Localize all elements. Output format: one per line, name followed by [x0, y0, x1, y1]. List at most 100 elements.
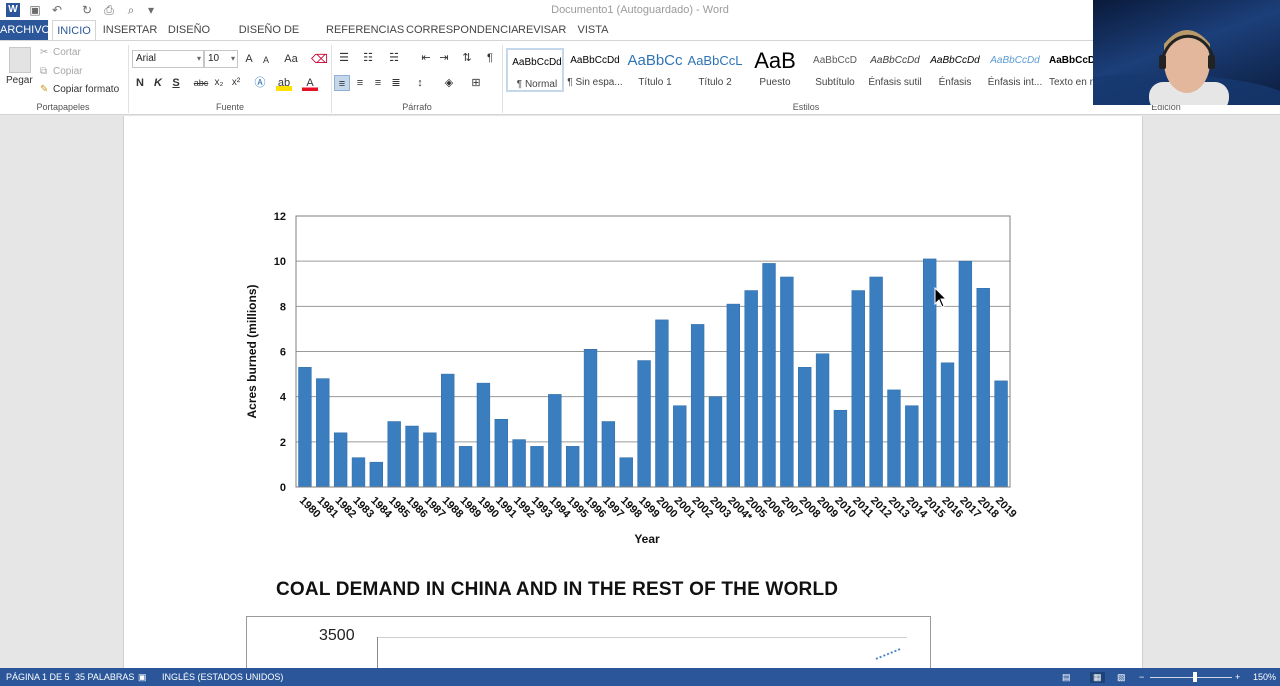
style-emphasis[interactable]: AaBbCcDd Énfasis: [926, 48, 984, 92]
coal-demand-heading: COAL DEMAND IN CHINA AND IN THE REST OF …: [276, 579, 839, 600]
shading-icon[interactable]: ◈: [441, 75, 457, 91]
style-no-spacing[interactable]: AaBbCcDd ¶ Sin espa...: [566, 48, 624, 92]
pilcrow-icon[interactable]: ¶: [482, 50, 498, 66]
decrease-indent-icon[interactable]: ⇤: [418, 50, 434, 66]
superscript-button[interactable]: x²: [228, 75, 244, 91]
subscript-button[interactable]: x₂: [211, 75, 227, 91]
bullets-icon[interactable]: ☰: [336, 50, 352, 66]
font-size-combo[interactable]: 10 ▾: [204, 50, 238, 68]
style-subtitle[interactable]: AaBbCcD Subtítulo: [806, 48, 864, 92]
read-mode-icon[interactable]: ▤: [1062, 672, 1071, 683]
justify-icon[interactable]: ≣: [388, 75, 404, 91]
style-normal[interactable]: AaBbCcDd ¶ Normal: [506, 48, 564, 92]
style-sample: AaB: [754, 48, 796, 73]
font-name-combo[interactable]: Arial ▾: [132, 50, 204, 68]
style-name: Énfasis: [938, 77, 972, 88]
chart-bar: [673, 405, 687, 488]
chevron-down-icon: ▾: [230, 54, 235, 63]
borders-icon[interactable]: ⊞: [468, 75, 484, 91]
bold-button[interactable]: N: [132, 75, 148, 91]
font-color-icon[interactable]: A: [302, 75, 318, 91]
chart-bar: [441, 373, 455, 488]
zoom-level[interactable]: 150%: [1253, 672, 1276, 682]
tab-vista[interactable]: VISTA: [572, 20, 614, 40]
tab-archivo[interactable]: ARCHIVO: [0, 20, 50, 40]
zoom-slider-track[interactable]: [1150, 677, 1232, 678]
grow-font-button[interactable]: A: [241, 51, 257, 67]
style-name: Texto en n: [1049, 77, 1093, 88]
document-workspace[interactable]: 0 2 4 6 8 10 12 1980 1981 1982 1983 1984 1985 1986 19…: [0, 116, 1280, 668]
text-effects-icon[interactable]: Ⓐ: [252, 75, 268, 91]
tab-insertar[interactable]: INSERTAR: [100, 20, 160, 40]
format-painter-icon[interactable]: ✎: [40, 84, 48, 95]
clear-format-icon[interactable]: ⌫: [311, 51, 328, 67]
chart-bar: [762, 263, 776, 488]
zoom-slider-thumb[interactable]: [1193, 672, 1197, 682]
title-bar: W ▣ ↶ ↻ ⎙ ⌕ ▾ Documento1 (Autoguardado) …: [0, 0, 1280, 20]
copy-icon[interactable]: ⧉: [40, 66, 47, 77]
coal-demand-chart: 3500: [246, 616, 931, 668]
sort-icon[interactable]: ⇅: [459, 50, 475, 66]
chart-y-tick-label: 6: [280, 347, 286, 359]
change-case-button[interactable]: Aa: [281, 51, 301, 67]
coal-chart-dotted-series: [875, 648, 901, 660]
paste-button[interactable]: Pegar: [6, 75, 33, 86]
style-name: Título 1: [638, 77, 672, 88]
web-layout-icon[interactable]: ▧: [1117, 672, 1126, 683]
tab-referencias[interactable]: REFERENCIAS: [326, 20, 404, 40]
underline-button[interactable]: S: [168, 75, 184, 91]
shrink-font-button[interactable]: A: [258, 52, 274, 68]
copy-button[interactable]: Copiar: [53, 66, 82, 77]
proofing-icon[interactable]: ▣: [138, 672, 147, 683]
mouse-pointer-icon: [934, 287, 948, 308]
align-right-icon[interactable]: ≡: [370, 75, 386, 91]
multilevel-list-icon[interactable]: ☵: [386, 50, 402, 66]
style-heading-1[interactable]: AaBbCc Título 1: [626, 48, 684, 92]
tab-correspondencia[interactable]: CORRESPONDENCIA: [406, 20, 518, 40]
align-left-icon[interactable]: ≡: [334, 75, 350, 91]
tab-revisar[interactable]: REVISAR: [518, 20, 566, 40]
cut-icon[interactable]: ✂: [40, 47, 48, 58]
cut-button[interactable]: Cortar: [53, 47, 81, 58]
chart-y-tick-label: 12: [274, 211, 286, 223]
style-subtle-emphasis[interactable]: AaBbCcDd Énfasis sutil: [866, 48, 924, 92]
zoom-out-icon[interactable]: −: [1139, 672, 1144, 682]
chart-bar: [369, 461, 384, 488]
style-heading-2[interactable]: AaBbCcL Título 2: [686, 48, 744, 92]
increase-indent-icon[interactable]: ⇥: [436, 50, 452, 66]
chart-bar: [726, 303, 741, 488]
styles-group-label: Estilos: [792, 102, 820, 112]
style-sample: AaBbCcDd: [930, 55, 980, 66]
tab-diseno-pagina[interactable]: DISEÑO DE PÁGINA: [218, 20, 320, 56]
ribbon-tabs: ARCHIVO INICIO INSERTAR DISEÑO DISEÑO DE…: [0, 20, 1280, 56]
print-layout-icon[interactable]: ▦: [1090, 672, 1105, 683]
strikethrough-button[interactable]: abc: [192, 75, 210, 91]
webcam-overlay: [1093, 0, 1280, 105]
page-count[interactable]: PÁGINA 1 DE 5: [6, 672, 70, 682]
chart-y-tick-label: 4: [280, 392, 287, 404]
zoom-in-icon[interactable]: +: [1235, 672, 1240, 682]
align-center-icon[interactable]: ≡: [352, 75, 368, 91]
highlight-color-icon[interactable]: ab: [276, 75, 292, 91]
numbering-icon[interactable]: ☷: [360, 50, 376, 66]
line-spacing-icon[interactable]: ↕: [412, 75, 428, 91]
chart-bar: [887, 389, 901, 488]
style-strong[interactable]: AaBbCcD Texto en n: [1046, 48, 1093, 92]
tab-diseno[interactable]: DISEÑO: [164, 20, 214, 40]
chart-bar: [298, 367, 312, 488]
style-title[interactable]: AaB Puesto: [746, 48, 804, 92]
document-page[interactable]: 0 2 4 6 8 10 12 1980 1981 1982 1983 1984 1985 1986 19…: [123, 116, 1143, 668]
presenter-video: [1093, 30, 1280, 105]
style-sample: AaBbCcD: [1049, 55, 1093, 66]
language-indicator[interactable]: INGLÉS (ESTADOS UNIDOS): [162, 672, 283, 682]
paragraph-group-label: Párrafo: [402, 102, 432, 112]
format-painter-button[interactable]: Copiar formato: [53, 84, 119, 95]
tab-inicio[interactable]: INICIO: [52, 20, 96, 40]
chart-y-tick-label: 2: [280, 437, 286, 449]
italic-button[interactable]: K: [150, 75, 166, 91]
paste-icon[interactable]: [9, 47, 31, 73]
word-count[interactable]: 35 PALABRAS: [75, 672, 134, 682]
font-size-value: 10: [208, 53, 220, 64]
style-sample: AaBbCcDd: [870, 55, 920, 66]
style-intense-emphasis[interactable]: AaBbCcDd Énfasis int...: [986, 48, 1044, 92]
